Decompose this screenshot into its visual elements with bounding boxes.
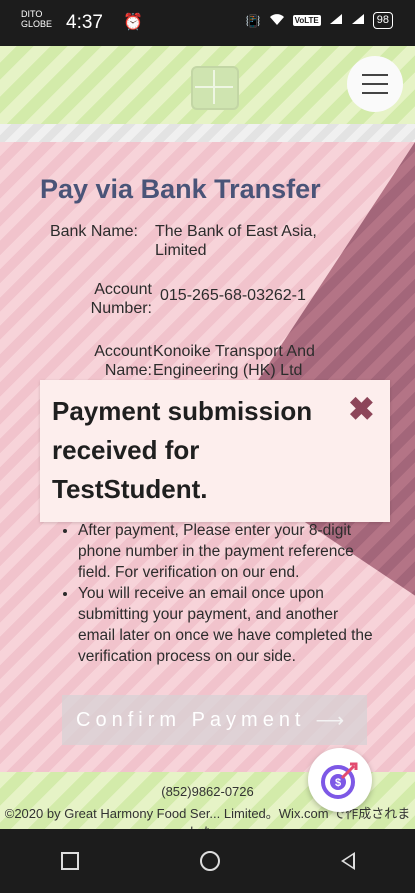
instructions-list: After payment, Please enter your 8-digit… xyxy=(62,520,378,667)
account-name-line2: Engineering (HK) Ltd xyxy=(153,362,303,379)
status-bar: DITO GLOBE 4:37 ⏰ 📳 VoLTE 98 xyxy=(0,0,415,46)
svg-text:$: $ xyxy=(335,777,341,789)
menu-line xyxy=(362,92,388,94)
account-number-label-line2: Number: xyxy=(90,300,152,317)
bank-name-value: The Bank of East Asia, Limited xyxy=(155,222,375,260)
carrier-line1: DITO xyxy=(21,9,43,19)
page-title: Pay via Bank Transfer xyxy=(40,174,321,204)
confirm-payment-label: Confirm Payment xyxy=(76,708,306,731)
carrier-label: DITO GLOBE xyxy=(21,9,52,29)
account-name-row: Account Name: Konoike Transport And Engi… xyxy=(0,342,415,382)
volte-badge: VoLTE xyxy=(292,15,321,26)
status-icons: 📳 VoLTE 98 xyxy=(246,12,393,29)
bank-name-line1: The Bank of East Asia, xyxy=(155,223,317,240)
signal-icon-1 xyxy=(329,13,343,28)
menu-line xyxy=(362,83,388,85)
account-number-row: Account Number: 015-265-68-03262-1 xyxy=(0,280,415,320)
toast-message: Payment submission received for TestStud… xyxy=(52,396,313,504)
signal-icon-2 xyxy=(351,13,365,28)
account-number-label-line1: Account xyxy=(94,281,152,298)
window-logo-icon[interactable] xyxy=(191,66,239,110)
account-number-value: 015-265-68-03262-1 xyxy=(160,287,306,304)
payment-toast: Payment submission received for TestStud… xyxy=(40,380,390,522)
alarm-clock-icon: ⏰ xyxy=(123,14,143,31)
confirm-payment-button[interactable]: Confirm Payment ⟶ xyxy=(62,695,367,745)
vibrate-icon: 📳 xyxy=(245,13,261,28)
home-button[interactable] xyxy=(199,851,220,871)
system-nav-bar xyxy=(0,829,415,893)
back-button[interactable] xyxy=(340,852,355,870)
battery-icon: 98 xyxy=(372,12,393,29)
account-name-label-line1: Account xyxy=(94,343,152,360)
account-name-label: Account Name: xyxy=(30,342,152,380)
bank-name-label: Bank Name: xyxy=(49,223,138,240)
wifi-icon xyxy=(269,13,285,29)
target-dollar-icon[interactable]: $ xyxy=(308,748,372,812)
account-number-label: Account Number: xyxy=(30,280,152,318)
bank-name-row: Bank Name: The Bank of East Asia, Limite… xyxy=(0,222,415,262)
account-name-line1: Konoike Transport And xyxy=(153,343,315,360)
arrow-right-icon: ⟶ xyxy=(315,709,345,732)
list-item: You will receive an email once upon subm… xyxy=(78,583,378,667)
account-name-value: Konoike Transport And Engineering (HK) L… xyxy=(153,342,373,380)
menu-line xyxy=(362,74,388,76)
site-header xyxy=(0,46,415,124)
account-name-label-line2: Name: xyxy=(104,362,152,379)
hamburger-menu-icon[interactable] xyxy=(347,56,403,112)
header-divider-strip xyxy=(0,124,415,142)
recents-button[interactable] xyxy=(60,852,79,870)
list-item: After payment, Please enter your 8-digit… xyxy=(78,520,378,583)
close-icon[interactable]: ✖ xyxy=(348,390,375,428)
bank-name-line2: Limited xyxy=(155,242,207,259)
clock: 4:37 xyxy=(66,12,103,33)
carrier-line2: GLOBE xyxy=(21,19,53,29)
